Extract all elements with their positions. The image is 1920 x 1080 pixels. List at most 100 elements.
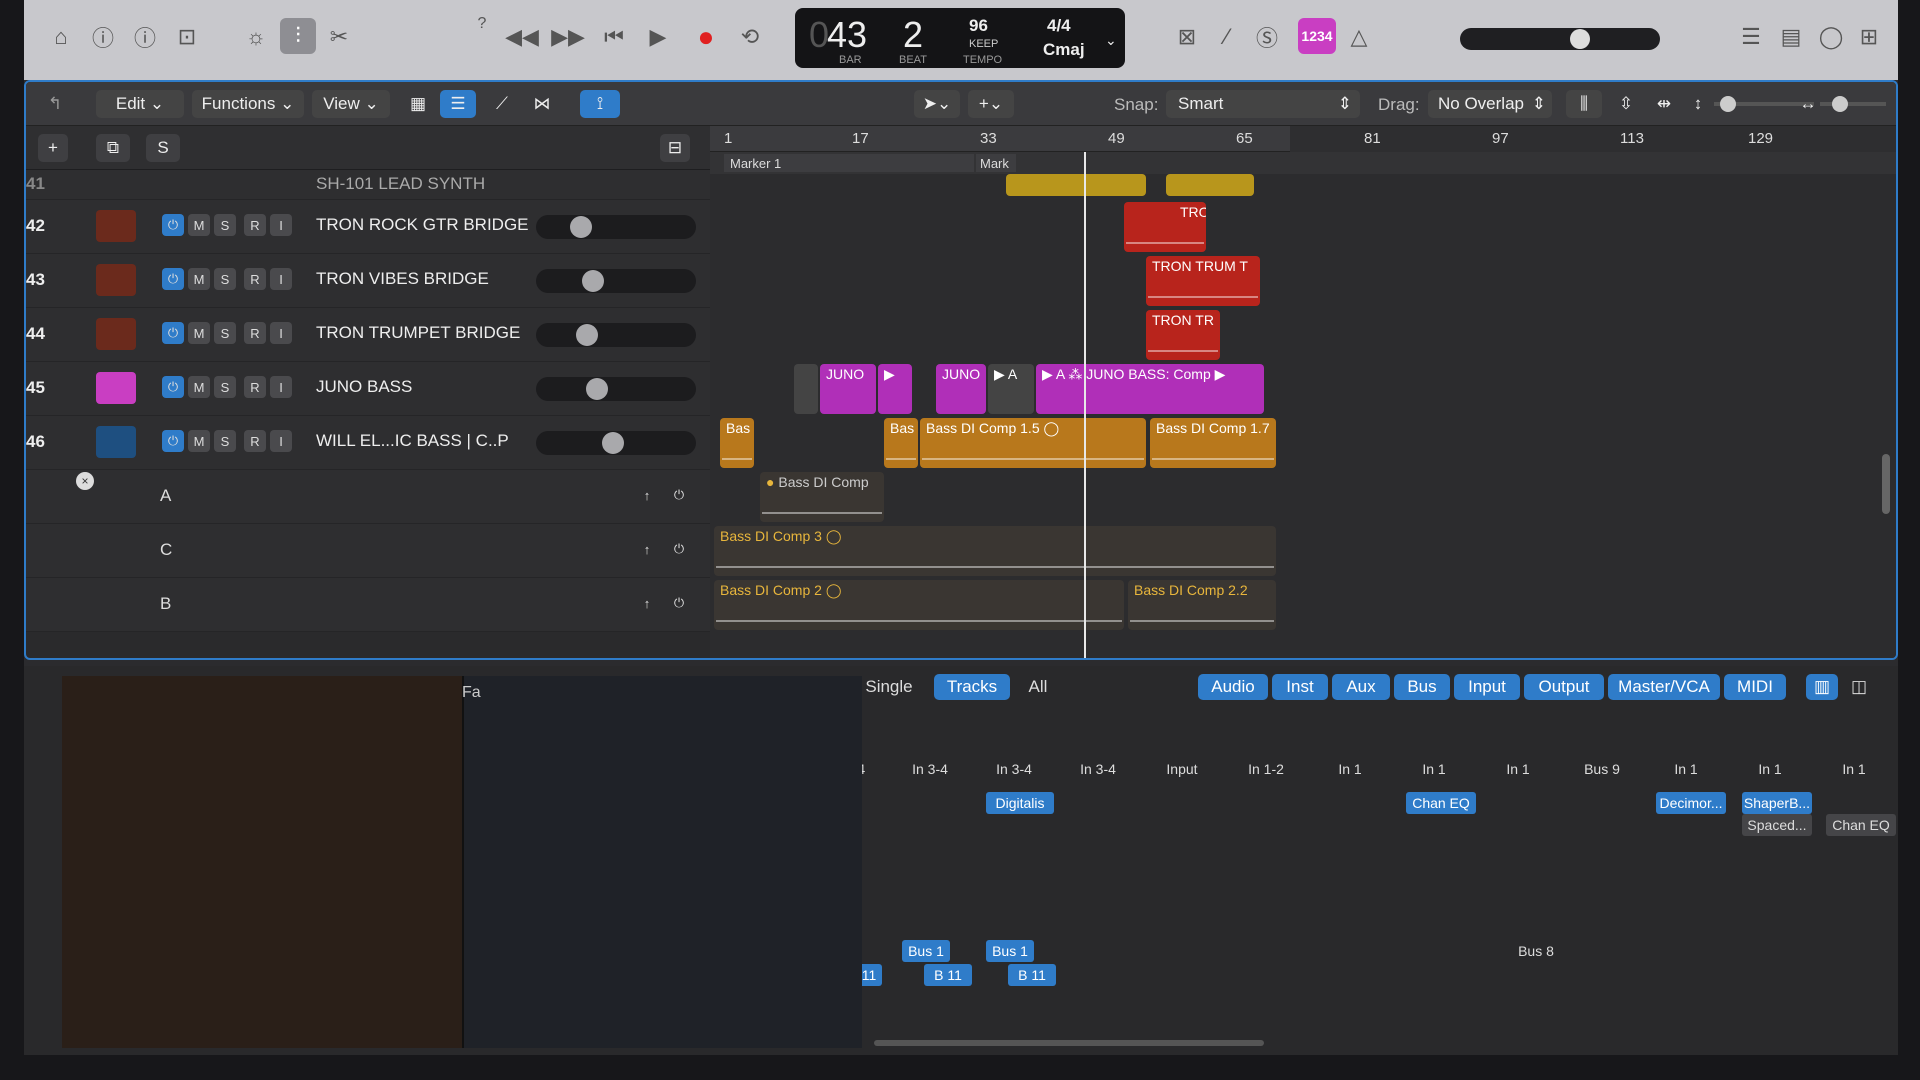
send-slot[interactable]: Bus 8 bbox=[1512, 940, 1560, 962]
send-slot[interactable]: B 11 bbox=[924, 964, 972, 986]
plugin-slot[interactable]: ShaperB... bbox=[1742, 792, 1812, 814]
track-name[interactable]: WILL EL...IC BASS | C..P bbox=[316, 431, 509, 451]
take-lane-a[interactable]: × A ↑ ⏻ bbox=[26, 470, 710, 524]
lcd-display[interactable]: 0 43 BAR 2 BEAT 96 KEEP TEMPO 4/4 Cmaj ⌄ bbox=[795, 8, 1125, 68]
functions-menu[interactable]: Functions ⌄ bbox=[192, 90, 304, 118]
drag-select[interactable]: No Overlap ⇕ bbox=[1428, 90, 1552, 118]
power-icon[interactable]: ⏻ bbox=[668, 592, 690, 614]
mute-button[interactable]: M bbox=[188, 376, 210, 398]
record-enable-button[interactable]: R bbox=[244, 268, 266, 290]
input-slot[interactable]: In 1 bbox=[1398, 758, 1470, 780]
region-juno-2[interactable]: JUNO bbox=[936, 364, 986, 414]
region-tron-trumpet[interactable]: TRON TR bbox=[1146, 310, 1220, 360]
duplicate-track-icon[interactable]: ⧉ bbox=[96, 134, 130, 162]
input-slot[interactable]: Input bbox=[1146, 758, 1218, 780]
close-icon[interactable]: × bbox=[76, 472, 94, 490]
automation-icon[interactable]: ⟋ bbox=[486, 90, 518, 118]
region-juno-comp[interactable]: ▶ A ⁂ JUNO BASS: Comp ▶ bbox=[1036, 364, 1264, 414]
audio-track-icon[interactable] bbox=[96, 210, 136, 242]
help-icon[interactable]: ⓘ bbox=[130, 22, 160, 52]
input-slot[interactable]: In 1 bbox=[1650, 758, 1722, 780]
cycle-icon[interactable]: ⟲ bbox=[732, 22, 768, 52]
send-slot[interactable]: Bus 1 bbox=[986, 940, 1034, 962]
mixer-scrollbar[interactable] bbox=[874, 1040, 1264, 1046]
track-name[interactable]: TRON TRUMPET BRIDGE bbox=[316, 323, 520, 343]
go-to-start-icon[interactable]: ⏮ bbox=[596, 22, 632, 52]
audio-track-icon[interactable] bbox=[96, 264, 136, 296]
grid-view-icon[interactable]: ▦ bbox=[402, 90, 434, 118]
input-slot[interactable]: In 1-2 bbox=[1230, 758, 1302, 780]
replace-icon[interactable]: ⊠ bbox=[1172, 22, 1202, 52]
track-name[interactable]: TRON VIBES BRIDGE bbox=[316, 269, 489, 289]
solo-button[interactable]: S bbox=[214, 430, 236, 452]
audio-track-icon[interactable] bbox=[96, 426, 136, 458]
editors-icon[interactable]: ✂ bbox=[324, 22, 354, 52]
count-in-button[interactable]: 1234 bbox=[1298, 18, 1336, 54]
plugin-slot[interactable]: Spaced... bbox=[1742, 814, 1812, 836]
list-view-icon[interactable]: ☰ bbox=[440, 90, 476, 118]
info-icon[interactable]: ⓘ bbox=[88, 22, 118, 52]
input-slot[interactable]: In 3-4 bbox=[894, 758, 966, 780]
flex-icon[interactable]: ⋈ bbox=[526, 90, 558, 118]
send-slot[interactable]: B 11 bbox=[1008, 964, 1056, 986]
metronome-icon[interactable]: △ bbox=[1344, 22, 1374, 52]
ruler[interactable]: 1 17 33 49 65 81 97 113 129 bbox=[710, 126, 1896, 152]
input-slot[interactable]: In 3-4 bbox=[1062, 758, 1134, 780]
collapse-icon[interactable]: ⊟ bbox=[660, 134, 690, 162]
send-slot[interactable]: Bus 1 bbox=[902, 940, 950, 962]
fast-forward-icon[interactable]: ▶▶ bbox=[550, 22, 586, 52]
record-icon[interactable]: ● bbox=[688, 21, 724, 52]
mute-button[interactable]: M bbox=[188, 268, 210, 290]
input-slot[interactable]: In 1 bbox=[1734, 758, 1806, 780]
track-row-42[interactable]: 42 ⏻ M S R I TRON ROCK GTR BRIDGE bbox=[26, 200, 710, 254]
view-menu[interactable]: View ⌄ bbox=[312, 90, 390, 118]
power-icon[interactable]: ⏻ bbox=[162, 214, 184, 236]
playhead[interactable] bbox=[1084, 152, 1086, 658]
volume-slider[interactable] bbox=[536, 323, 696, 347]
track-row-44[interactable]: 44 ⏻ M S R I TRON TRUMPET BRIDGE bbox=[26, 308, 710, 362]
input-monitor-button[interactable]: I bbox=[270, 268, 292, 290]
input-slot[interactable]: In 1 bbox=[1314, 758, 1386, 780]
record-enable-button[interactable]: R bbox=[244, 430, 266, 452]
input-slot[interactable]: In 3-4 bbox=[978, 758, 1050, 780]
region-sh101-a[interactable] bbox=[1006, 174, 1146, 196]
solo-button[interactable]: S bbox=[214, 268, 236, 290]
track-row-46[interactable]: 46 ⏻ M S R I WILL EL...IC BASS | C..P bbox=[26, 416, 710, 470]
region-juno-3[interactable]: ▶ A bbox=[988, 364, 1034, 414]
loop-browser-icon[interactable]: ◯ bbox=[1816, 22, 1846, 52]
region-juno-1[interactable]: JUNO bbox=[820, 364, 876, 414]
global-solo-button[interactable]: S bbox=[146, 134, 180, 162]
plugin-slot[interactable]: Chan EQ bbox=[1406, 792, 1476, 814]
catch-icon[interactable]: ⟟ bbox=[580, 90, 620, 118]
mute-button[interactable]: M bbox=[188, 322, 210, 344]
power-icon[interactable]: ⏻ bbox=[162, 322, 184, 344]
vertical-scrollbar[interactable] bbox=[1882, 454, 1890, 514]
list-editors-icon[interactable]: ☰ bbox=[1736, 22, 1766, 52]
tuner-icon[interactable]: ⁄ bbox=[1212, 22, 1242, 52]
track-row-45[interactable]: 45 ⏻ M S R I JUNO BASS bbox=[26, 362, 710, 416]
input-monitor-button[interactable]: I bbox=[270, 214, 292, 236]
region-tron-vibes[interactable]: TRON TRUM T bbox=[1146, 256, 1260, 306]
master-volume-slider[interactable] bbox=[1460, 28, 1660, 50]
filter-bus[interactable]: Bus bbox=[1394, 674, 1450, 700]
track-name[interactable]: TRON ROCK GTR BRIDGE bbox=[316, 215, 529, 235]
track-name[interactable]: JUNO BASS bbox=[316, 377, 412, 397]
up-arrow-icon[interactable]: ↑ bbox=[636, 484, 658, 506]
filter-aux[interactable]: Aux bbox=[1332, 674, 1390, 700]
plugin-slot[interactable]: Decimor... bbox=[1656, 792, 1726, 814]
mute-button[interactable]: M bbox=[188, 430, 210, 452]
record-enable-button[interactable]: R bbox=[244, 376, 266, 398]
marker-2[interactable]: Mark bbox=[976, 154, 1016, 172]
power-icon[interactable]: ⏻ bbox=[162, 430, 184, 452]
up-arrow-icon[interactable]: ↑ bbox=[636, 592, 658, 614]
volume-slider[interactable] bbox=[536, 431, 696, 455]
play-icon[interactable]: ▶ bbox=[640, 22, 676, 52]
horizontal-fit-icon[interactable]: ⇹ bbox=[1648, 90, 1680, 118]
region-bass-comp-17[interactable]: Bass DI Comp 1.7 bbox=[1150, 418, 1276, 468]
pencil-tool-icon[interactable]: +⌄ bbox=[968, 90, 1014, 118]
take-region-b2[interactable]: Bass DI Comp 2.2 bbox=[1128, 580, 1276, 630]
audio-track-icon[interactable] bbox=[96, 318, 136, 350]
browser-icon[interactable]: ⊞ bbox=[1854, 22, 1884, 52]
region-bass-comp-15[interactable]: Bass DI Comp 1.5 ◯ bbox=[920, 418, 1146, 468]
instrument-track-icon[interactable] bbox=[96, 372, 136, 404]
